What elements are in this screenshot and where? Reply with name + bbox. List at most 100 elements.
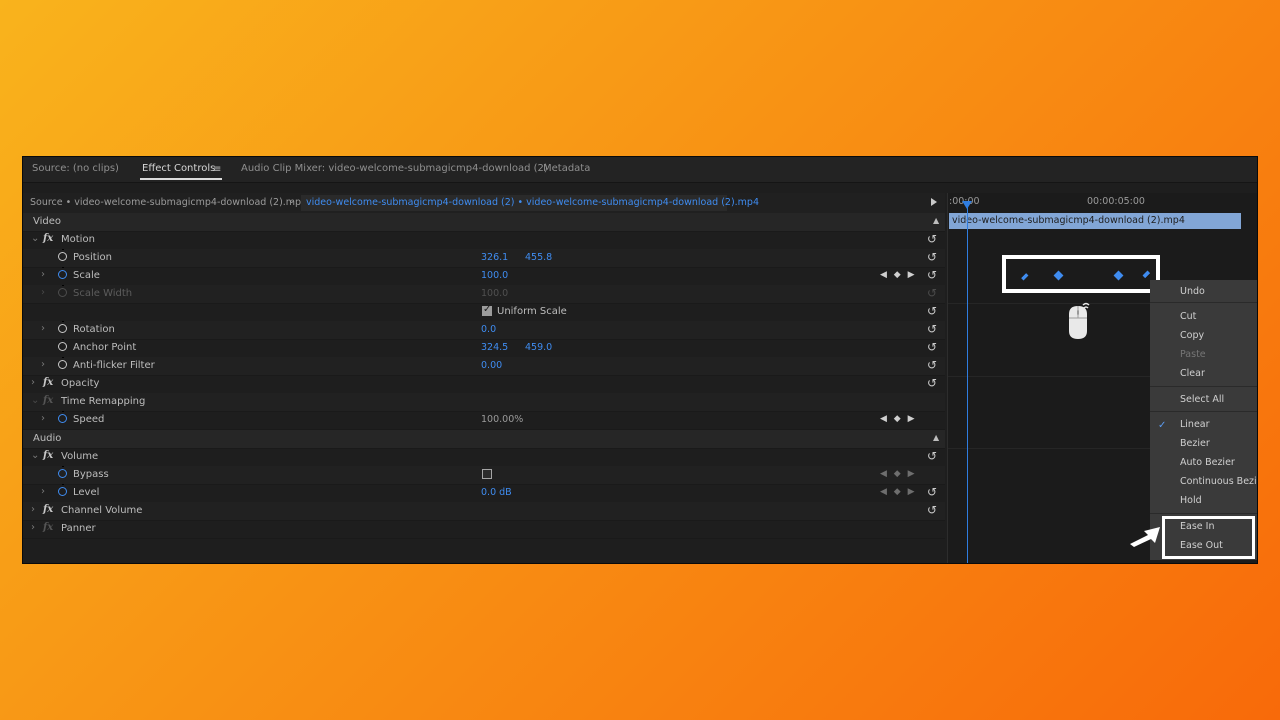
stopwatch-icon[interactable] (58, 339, 67, 351)
collapse-chevron-icon[interactable]: ⌄ (31, 395, 39, 406)
expand-chevron-icon[interactable]: › (31, 522, 35, 533)
reset-icon[interactable]: ↺ (927, 485, 937, 499)
section-audio: Audio ▲ (23, 430, 945, 449)
menu-item-undo[interactable]: Undo (1180, 286, 1205, 297)
menu-item-hold[interactable]: Hold (1180, 495, 1202, 506)
anchor-y-value[interactable]: 459.0 (525, 342, 552, 353)
fx-icon[interactable]: fx (43, 233, 53, 244)
reset-icon[interactable]: ↺ (927, 268, 937, 282)
playhead-marker[interactable] (962, 201, 972, 209)
keyframe-navigator-icon[interactable]: ◀ ◆ ▶ (880, 270, 917, 280)
reset-icon[interactable]: ↺ (927, 250, 937, 264)
position-x-value[interactable]: 326.1 (481, 252, 508, 263)
stopwatch-icon[interactable] (58, 267, 67, 279)
effect-panner-label: Panner (61, 523, 96, 534)
menu-item-linear[interactable]: Linear (1180, 419, 1210, 430)
expand-chevron-icon[interactable]: › (41, 359, 45, 370)
expand-chevron-icon[interactable]: › (41, 413, 45, 424)
stopwatch-icon[interactable] (58, 484, 67, 496)
menu-item-copy[interactable]: Copy (1180, 330, 1204, 341)
fx-icon: fx (43, 522, 54, 533)
tab-audio-clip-mixer[interactable]: Audio Clip Mixer: video-welcome-submagic… (241, 163, 548, 174)
effect-channel-volume[interactable]: › fx Channel Volume ↺ (23, 502, 945, 521)
level-value[interactable]: 0.0 dB (481, 487, 512, 498)
scale-value[interactable]: 100.0 (481, 270, 508, 281)
speed-value[interactable]: 100.00% (481, 414, 523, 425)
rotation-value[interactable]: 0.0 (481, 324, 496, 335)
effect-controls-list: Source • video-welcome-submagicmp4-downl… (23, 193, 945, 563)
effect-panner[interactable]: › fx Panner (23, 520, 945, 539)
anchor-x-value[interactable]: 324.5 (481, 342, 508, 353)
reset-icon[interactable]: ↺ (927, 376, 937, 390)
reset-icon[interactable]: ↺ (927, 304, 937, 318)
keyframe-navigator-icon[interactable]: ◀ ◆ ▶ (880, 487, 917, 497)
param-position: Position 326.1 455.8 ↺ (23, 249, 945, 268)
expand-chevron-icon[interactable]: › (41, 486, 45, 497)
param-anchor-point: Anchor Point 324.5 459.0 ↺ (23, 339, 945, 358)
expand-chevron-icon[interactable]: › (41, 323, 45, 334)
stopwatch-icon[interactable] (58, 321, 67, 333)
menu-item-bezier[interactable]: Bezier (1180, 438, 1210, 449)
chevron-down-icon[interactable]: ⌄ (288, 196, 296, 206)
expand-chevron-icon[interactable]: › (31, 504, 35, 515)
param-anti-flicker: › Anti-flicker Filter 0.00 ↺ (23, 357, 945, 376)
reset-icon[interactable]: ↺ (927, 358, 937, 372)
effect-volume[interactable]: ⌄ fx Volume ↺ (23, 448, 945, 467)
param-scale-width: › Scale Width 100.0 ↺ (23, 285, 945, 304)
bypass-checkbox[interactable] (482, 469, 492, 479)
collapse-up-icon[interactable]: ▲ (933, 216, 939, 225)
effect-channel-volume-label: Channel Volume (61, 505, 143, 516)
effect-motion[interactable]: ⌄ fx Motion ↺ (23, 231, 945, 250)
menu-separator (1150, 513, 1257, 514)
menu-item-cut[interactable]: Cut (1180, 311, 1196, 322)
anti-flicker-value[interactable]: 0.00 (481, 360, 502, 371)
position-y-value[interactable]: 455.8 (525, 252, 552, 263)
clip-bar-label: video-welcome-submagicmp4-download (2).m… (952, 215, 1185, 226)
clip-bar[interactable]: video-welcome-submagicmp4-download (2).m… (949, 213, 1241, 229)
keyframe-diamond-icon[interactable] (1113, 270, 1124, 281)
playhead-line[interactable] (967, 203, 968, 563)
effect-opacity[interactable]: › fx Opacity ↺ (23, 375, 945, 394)
keyframe-diamond-icon[interactable] (1053, 270, 1064, 281)
keyframe-navigator-icon[interactable]: ◀ ◆ ▶ (880, 414, 917, 424)
active-tab-indicator (140, 178, 222, 180)
reset-icon[interactable]: ↺ (927, 232, 937, 246)
menu-item-auto-bezier[interactable]: Auto Bezier (1180, 457, 1235, 468)
keyframe-navigator-icon[interactable]: ◀ ◆ ▶ (880, 469, 917, 479)
menu-item-continuous-bezier[interactable]: Continuous Bezier (1180, 476, 1257, 487)
keyframe-diamond-icon[interactable] (1018, 270, 1029, 281)
menu-separator (1150, 386, 1257, 387)
keyframe-diamond-icon[interactable] (1142, 270, 1153, 281)
time-ruler[interactable]: :00:00 00:00:05:00 (948, 193, 1257, 211)
reset-icon[interactable]: ↺ (927, 503, 937, 517)
fx-icon[interactable]: fx (43, 450, 53, 461)
fx-icon[interactable]: fx (43, 377, 53, 388)
param-level-label: Level (73, 487, 100, 498)
play-triangle-icon[interactable] (931, 198, 937, 206)
expand-chevron-icon[interactable]: › (41, 269, 45, 280)
stopwatch-icon[interactable] (58, 357, 67, 369)
tab-metadata[interactable]: Metadata (543, 163, 590, 174)
sequence-clip-label[interactable]: video-welcome-submagicmp4-download (2) •… (306, 197, 759, 208)
effect-time-remapping[interactable]: ⌄ fx Time Remapping (23, 393, 945, 412)
tab-menu-icon[interactable]: ≡ (213, 164, 221, 175)
collapse-chevron-icon[interactable]: ⌄ (31, 450, 39, 461)
tab-source[interactable]: Source: (no clips) (32, 163, 119, 174)
uniform-scale-checkbox[interactable] (482, 304, 492, 316)
stopwatch-icon[interactable] (58, 466, 67, 478)
stopwatch-icon[interactable] (58, 249, 67, 261)
stopwatch-icon[interactable] (58, 411, 67, 423)
collapse-chevron-icon[interactable]: ⌄ (31, 233, 39, 244)
reset-icon[interactable]: ↺ (927, 449, 937, 463)
menu-separator (1150, 411, 1257, 412)
tab-effect-controls[interactable]: Effect Controls (142, 163, 215, 174)
reset-icon[interactable]: ↺ (927, 340, 937, 354)
collapse-up-icon[interactable]: ▲ (933, 433, 939, 442)
fx-icon[interactable]: fx (43, 504, 53, 515)
menu-item-clear[interactable]: Clear (1180, 368, 1205, 379)
param-level: › Level 0.0 dB ◀ ◆ ▶ ↺ (23, 484, 945, 503)
menu-item-select-all[interactable]: Select All (1180, 394, 1224, 405)
expand-chevron-icon[interactable]: › (31, 377, 35, 388)
reset-icon[interactable]: ↺ (927, 322, 937, 336)
source-clip-label[interactable]: Source • video-welcome-submagicmp4-downl… (30, 197, 307, 208)
